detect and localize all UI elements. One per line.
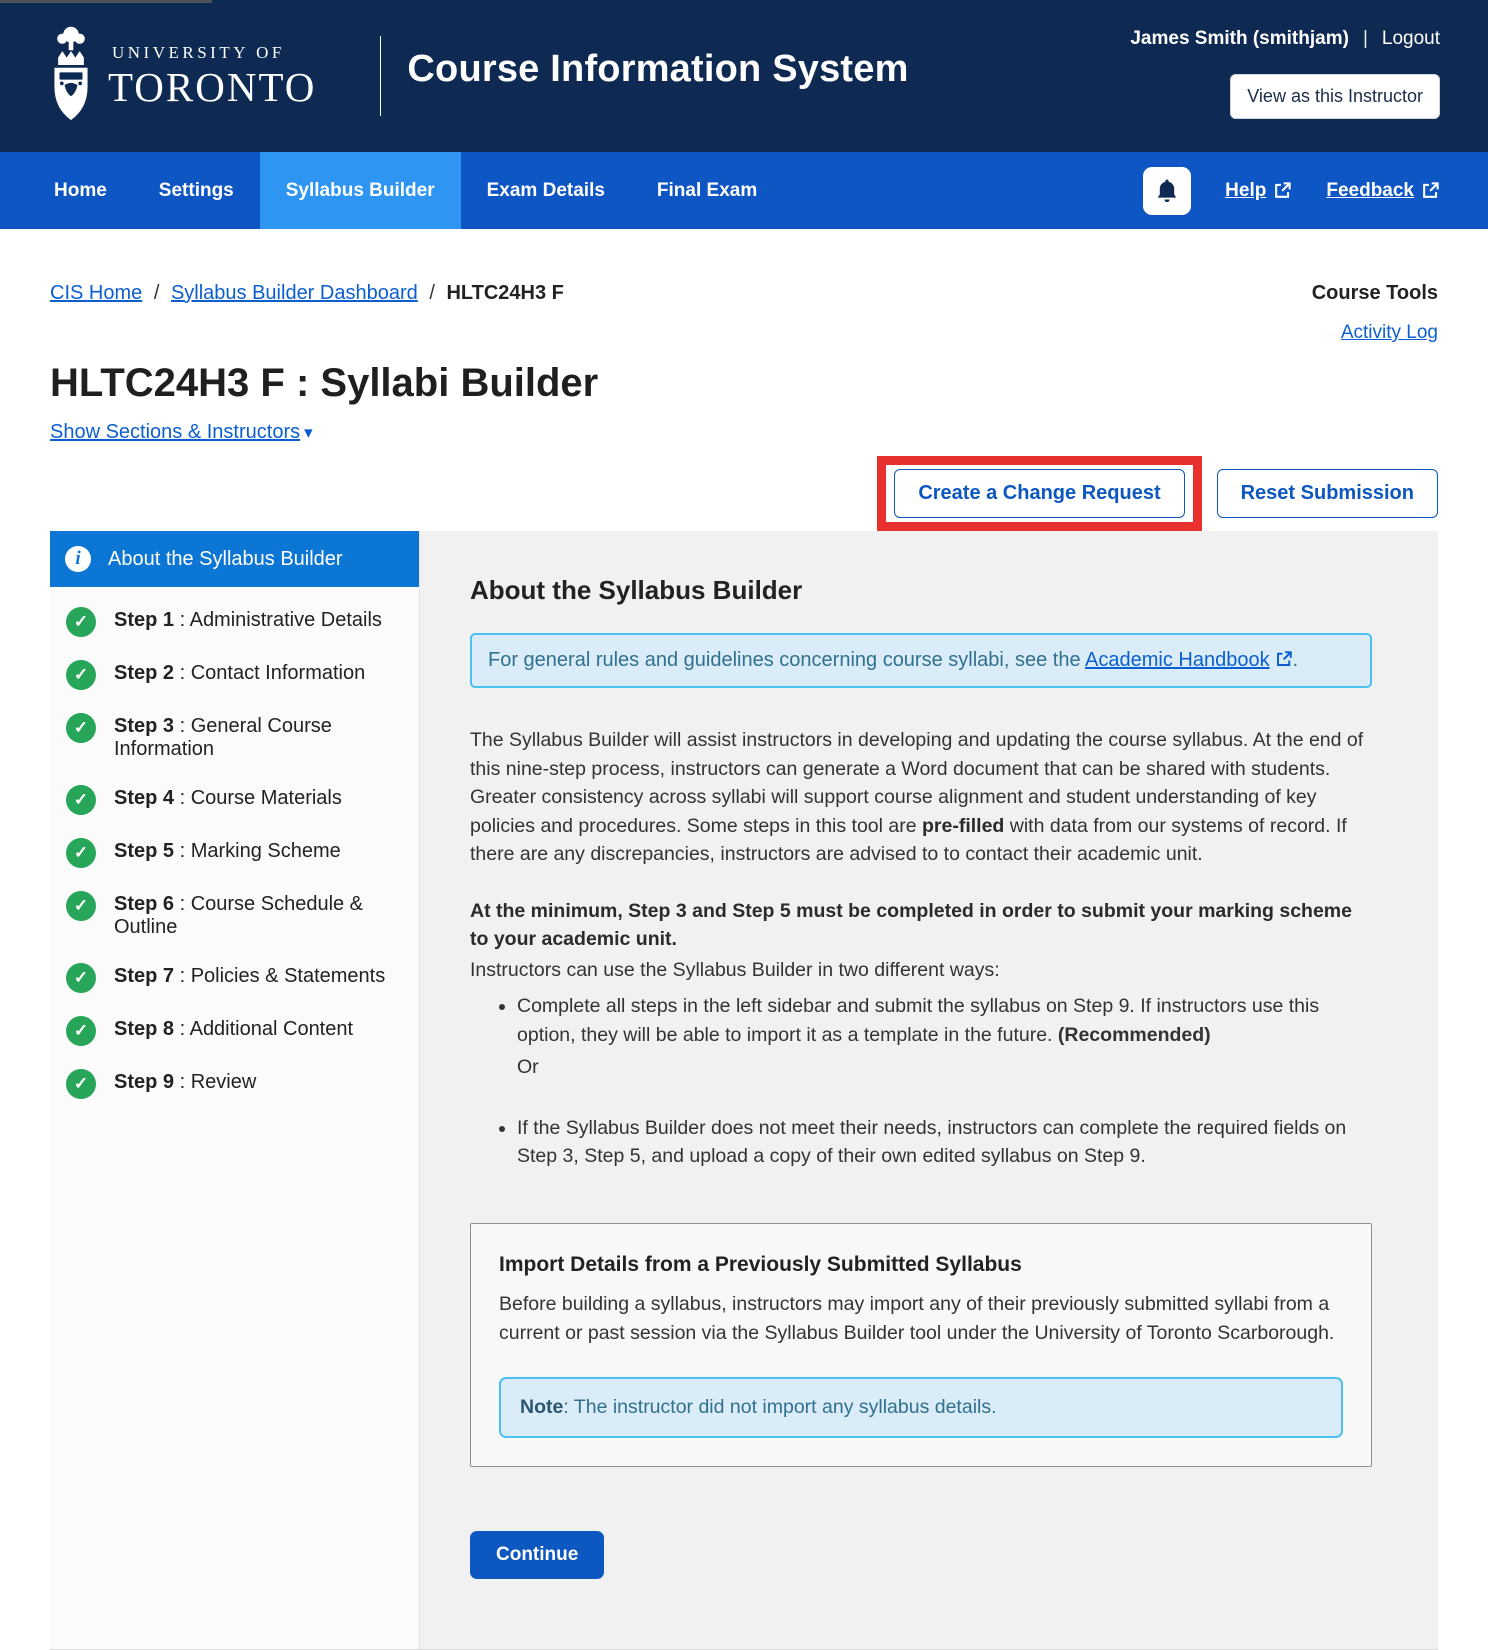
- create-change-request-button[interactable]: Create a Change Request: [894, 469, 1185, 518]
- steps-sidebar: i About the Syllabus Builder ✓ Step 1 : …: [50, 531, 420, 1649]
- nav-tab[interactable]: Settings: [133, 152, 260, 229]
- external-link-icon: [1275, 182, 1291, 198]
- sidebar-step-item[interactable]: ✓ Step 6 : Course Schedule & Outline: [50, 881, 419, 953]
- view-as-instructor-button[interactable]: View as this Instructor: [1230, 74, 1440, 119]
- main-nav: Home Settings Syllabus Builder Exam Deta…: [0, 152, 1488, 229]
- reset-submission-button[interactable]: Reset Submission: [1216, 469, 1438, 518]
- breadcrumb-dashboard[interactable]: Syllabus Builder Dashboard: [171, 282, 418, 304]
- header-divider: [380, 36, 382, 116]
- uoft-wordmark: UNIVERSITY OF TORONTO: [108, 43, 317, 110]
- breadcrumb-current: HLTC24H3 F: [446, 282, 564, 304]
- usage-options-list: Complete all steps in the left sidebar a…: [470, 992, 1372, 1171]
- usage-option: If the Syllabus Builder does not meet th…: [517, 1114, 1372, 1171]
- sidebar-step-item[interactable]: ✓ Step 5 : Marking Scheme: [50, 828, 419, 881]
- sidebar-step-item[interactable]: ✓ Step 3 : General Course Information: [50, 703, 419, 775]
- check-circle-icon: ✓: [66, 784, 96, 815]
- annotation-highlight: Create a Change Request: [877, 456, 1202, 531]
- external-link-icon: [1423, 182, 1439, 198]
- sidebar-step-item[interactable]: ✓ Step 2 : Contact Information: [50, 650, 419, 703]
- content-heading: About the Syllabus Builder: [470, 575, 803, 605]
- nav-tab[interactable]: Final Exam: [631, 152, 783, 229]
- sidebar-step-item[interactable]: ✓ Step 8 : Additional Content: [50, 1006, 419, 1059]
- sidebar-item-about[interactable]: i About the Syllabus Builder: [50, 531, 419, 587]
- import-box-title: Import Details from a Previously Submitt…: [499, 1252, 1022, 1276]
- header-separator: |: [1362, 28, 1368, 49]
- academic-handbook-link[interactable]: Academic Handbook: [1085, 649, 1270, 671]
- show-sections-toggle[interactable]: Show Sections & Instructors: [50, 421, 300, 443]
- external-link-icon: [1276, 651, 1292, 666]
- nav-tab[interactable]: Exam Details: [461, 152, 631, 229]
- import-box-body: Before building a syllabus, instructors …: [499, 1292, 1335, 1344]
- check-circle-icon: ✓: [66, 890, 96, 921]
- logout-link[interactable]: Logout: [1382, 28, 1440, 50]
- uoft-crest-icon: [54, 26, 88, 121]
- handbook-alert: For general rules and guidelines concern…: [470, 633, 1372, 688]
- import-note: Note: The instructor did not import any …: [499, 1376, 1343, 1438]
- course-tools-heading: Course Tools: [1311, 282, 1438, 304]
- import-details-box: Import Details from a Previously Submitt…: [470, 1222, 1372, 1467]
- help-link[interactable]: Help: [1225, 180, 1292, 202]
- caret-down-icon: ▾: [304, 423, 313, 442]
- check-circle-icon: ✓: [66, 837, 96, 868]
- uoft-logo[interactable]: UNIVERSITY OF TORONTO: [48, 24, 316, 128]
- steps-list: ✓ Step 1 : Administrative Details ✓ Step…: [50, 587, 419, 1112]
- activity-log-link[interactable]: Activity Log: [1341, 322, 1438, 343]
- logged-in-user: James Smith (smithjam): [1130, 28, 1349, 49]
- about-content: About the Syllabus Builder For general r…: [420, 531, 1438, 1649]
- nav-tab[interactable]: Syllabus Builder: [259, 152, 461, 229]
- page-title: HLTC24H3 F : Syllabi Builder: [50, 361, 599, 405]
- intro-paragraph: The Syllabus Builder will assist instruc…: [470, 729, 1364, 865]
- bell-icon: [1157, 179, 1177, 202]
- sidebar-step-item[interactable]: ✓ Step 1 : Administrative Details: [50, 597, 419, 650]
- check-circle-icon: ✓: [66, 962, 96, 993]
- info-icon: i: [65, 546, 91, 572]
- check-circle-icon: ✓: [66, 1068, 96, 1099]
- app-title: Course Information System: [407, 47, 909, 90]
- breadcrumb: CIS Home / Syllabus Builder Dashboard / …: [50, 282, 564, 304]
- nav-tab[interactable]: Home: [28, 152, 133, 229]
- minimum-steps-note: At the minimum, Step 3 and Step 5 must b…: [470, 899, 1352, 951]
- app-header: UNIVERSITY OF TORONTO Course Information…: [0, 0, 1488, 152]
- feedback-link[interactable]: Feedback: [1326, 180, 1440, 202]
- window-edge-artifact: [0, 0, 212, 3]
- notifications-button[interactable]: [1143, 166, 1192, 215]
- usage-option: Complete all steps in the left sidebar a…: [517, 992, 1372, 1082]
- continue-button[interactable]: Continue: [470, 1530, 605, 1579]
- check-circle-icon: ✓: [66, 1015, 96, 1046]
- sidebar-step-item[interactable]: ✓ Step 7 : Policies & Statements: [50, 953, 419, 1006]
- check-circle-icon: ✓: [66, 660, 96, 690]
- check-circle-icon: ✓: [66, 607, 96, 637]
- sidebar-step-item[interactable]: ✓ Step 9 : Review: [50, 1059, 419, 1112]
- syllabus-builder-panel: i About the Syllabus Builder ✓ Step 1 : …: [50, 531, 1438, 1650]
- check-circle-icon: ✓: [66, 713, 96, 743]
- breadcrumb-cis-home[interactable]: CIS Home: [50, 282, 142, 304]
- sidebar-step-item[interactable]: ✓ Step 4 : Course Materials: [50, 775, 419, 828]
- two-ways-line: Instructors can use the Syllabus Builder…: [470, 958, 1000, 981]
